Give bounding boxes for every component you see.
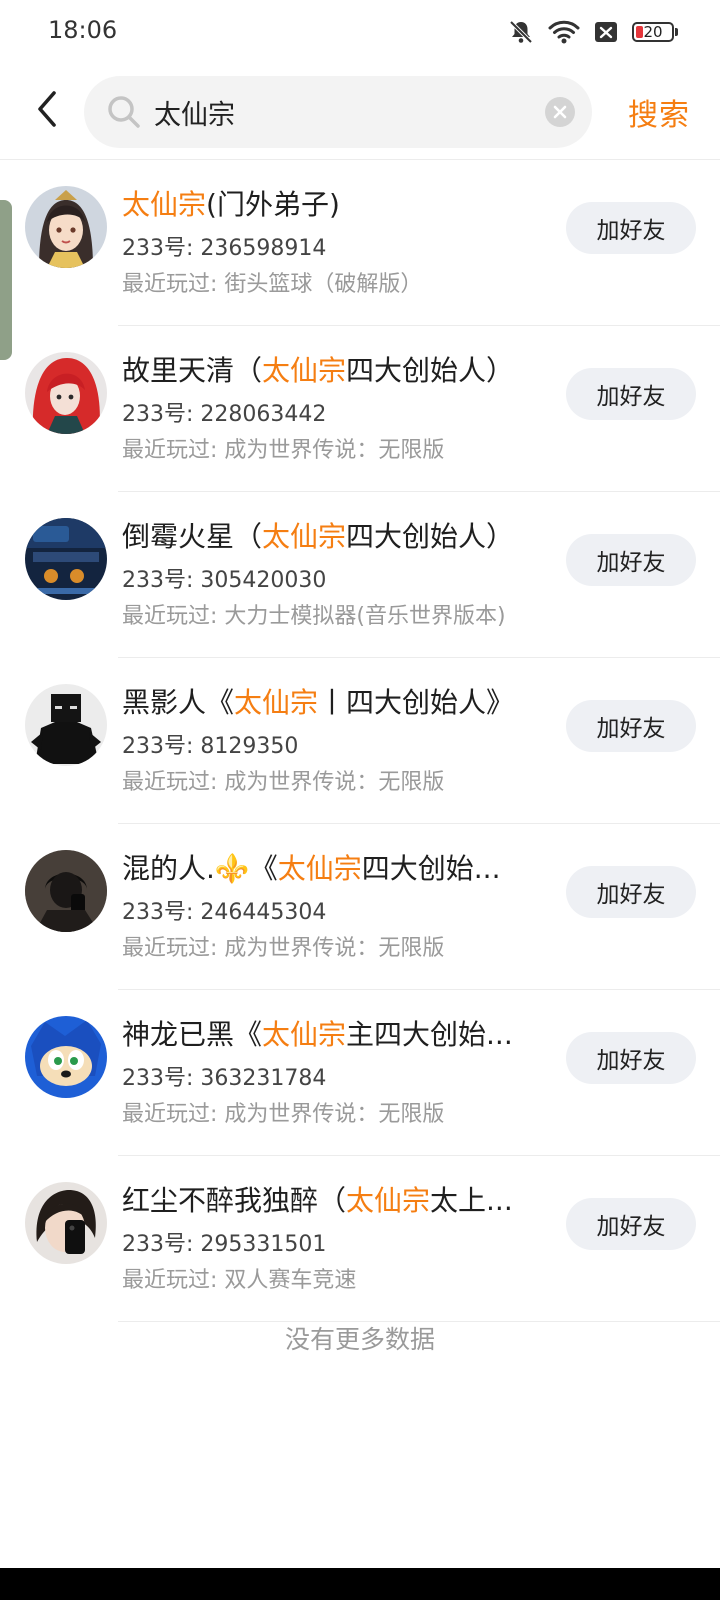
user-name: 故里天清（太仙宗四大创始人）	[122, 354, 515, 387]
add-friend-button[interactable]: 加好友	[566, 534, 696, 586]
recent-played: 最近玩过: 双人赛车竞速	[122, 1268, 357, 1293]
notification-x-icon	[595, 22, 617, 42]
wifi-icon	[548, 20, 580, 44]
avatar[interactable]	[25, 1016, 107, 1098]
add-friend-button[interactable]: 加好友	[566, 700, 696, 752]
user-id: 233号: 305420030	[122, 568, 327, 593]
user-name: 红尘不醉我独醉（太仙宗太上...	[122, 1184, 513, 1217]
back-button[interactable]	[24, 86, 70, 132]
avatar[interactable]	[25, 1182, 107, 1264]
list-item[interactable]: 混的人.⚜️《太仙宗四大创始... 233号: 246445304 最近玩过: …	[0, 824, 720, 990]
user-name: 黑影人《太仙宗丨四大创始人》	[122, 686, 515, 719]
add-friend-button[interactable]: 加好友	[566, 368, 696, 420]
status-time: 18:06	[48, 16, 118, 44]
search-input[interactable]	[154, 90, 514, 134]
recent-played: 最近玩过: 成为世界传说：无限版	[122, 1102, 445, 1127]
recent-played: 最近玩过: 成为世界传说：无限版	[122, 936, 445, 961]
list-item[interactable]: 倒霉火星（太仙宗四大创始人） 233号: 305420030 最近玩过: 大力士…	[0, 492, 720, 658]
clear-search-icon[interactable]	[544, 96, 576, 128]
name-highlight: 太仙宗	[234, 686, 319, 719]
status-icons: 20	[508, 18, 678, 46]
user-id: 233号: 295331501	[122, 1232, 327, 1257]
list-item[interactable]: 黑影人《太仙宗丨四大创始人》 233号: 8129350 最近玩过: 成为世界传…	[0, 658, 720, 824]
avatar[interactable]	[25, 518, 107, 600]
user-name: 神龙已黑《太仙宗主四大创始...	[122, 1018, 513, 1051]
avatar[interactable]	[25, 850, 107, 932]
add-friend-button[interactable]: 加好友	[566, 1198, 696, 1250]
user-id: 233号: 246445304	[122, 900, 327, 925]
search-header: 搜索	[0, 66, 720, 160]
name-highlight: 太仙宗	[262, 1018, 347, 1051]
no-more-data-text: 没有更多数据	[284, 1325, 435, 1354]
list-item[interactable]: 故里天清（太仙宗四大创始人） 233号: 228063442 最近玩过: 成为世…	[0, 326, 720, 492]
name-highlight: 太仙宗	[277, 852, 362, 885]
list-item[interactable]: 神龙已黑《太仙宗主四大创始... 233号: 363231784 最近玩过: 成…	[0, 990, 720, 1156]
search-icon	[108, 96, 140, 128]
system-nav-bar	[0, 1568, 720, 1600]
name-highlight: 太仙宗	[262, 354, 347, 387]
avatar[interactable]	[25, 352, 107, 434]
list-item[interactable]: 太仙宗(门外弟子) 233号: 236598914 最近玩过: 街头篮球（破解版…	[0, 160, 720, 326]
recent-played: 最近玩过: 大力士模拟器(音乐世界版本)	[122, 604, 506, 629]
user-name: 太仙宗(门外弟子)	[122, 188, 340, 221]
user-id: 233号: 363231784	[122, 1066, 327, 1091]
user-id: 233号: 228063442	[122, 402, 327, 427]
user-name: 倒霉火星（太仙宗四大创始人）	[122, 520, 515, 553]
add-friend-button[interactable]: 加好友	[566, 1032, 696, 1084]
user-name: 混的人.⚜️《太仙宗四大创始...	[122, 852, 501, 885]
avatar[interactable]	[25, 684, 107, 766]
recent-played: 最近玩过: 成为世界传说：无限版	[122, 438, 445, 463]
battery-level-text: 20	[643, 23, 663, 41]
recent-played: 最近玩过: 街头篮球（破解版）	[122, 272, 423, 297]
user-id: 233号: 8129350	[122, 734, 299, 759]
search-box[interactable]	[84, 76, 592, 148]
user-result-list: 太仙宗(门外弟子) 233号: 236598914 最近玩过: 街头篮球（破解版…	[0, 160, 720, 1322]
name-highlight: 太仙宗	[122, 188, 207, 221]
name-highlight: 太仙宗	[262, 520, 347, 553]
add-friend-button[interactable]: 加好友	[566, 866, 696, 918]
add-friend-button[interactable]: 加好友	[566, 202, 696, 254]
name-highlight: 太仙宗	[346, 1184, 431, 1217]
chevron-left-icon	[38, 91, 56, 127]
avatar[interactable]	[25, 186, 107, 268]
search-button[interactable]: 搜索	[628, 90, 690, 134]
bell-muted-icon	[509, 20, 533, 44]
battery-icon: 20	[632, 20, 678, 44]
status-bar: 18:06 20	[0, 0, 720, 66]
list-item[interactable]: 红尘不醉我独醉（太仙宗太上... 233号: 295331501 最近玩过: 双…	[0, 1156, 720, 1322]
user-id: 233号: 236598914	[122, 236, 327, 261]
recent-played: 最近玩过: 成为世界传说：无限版	[122, 770, 445, 795]
